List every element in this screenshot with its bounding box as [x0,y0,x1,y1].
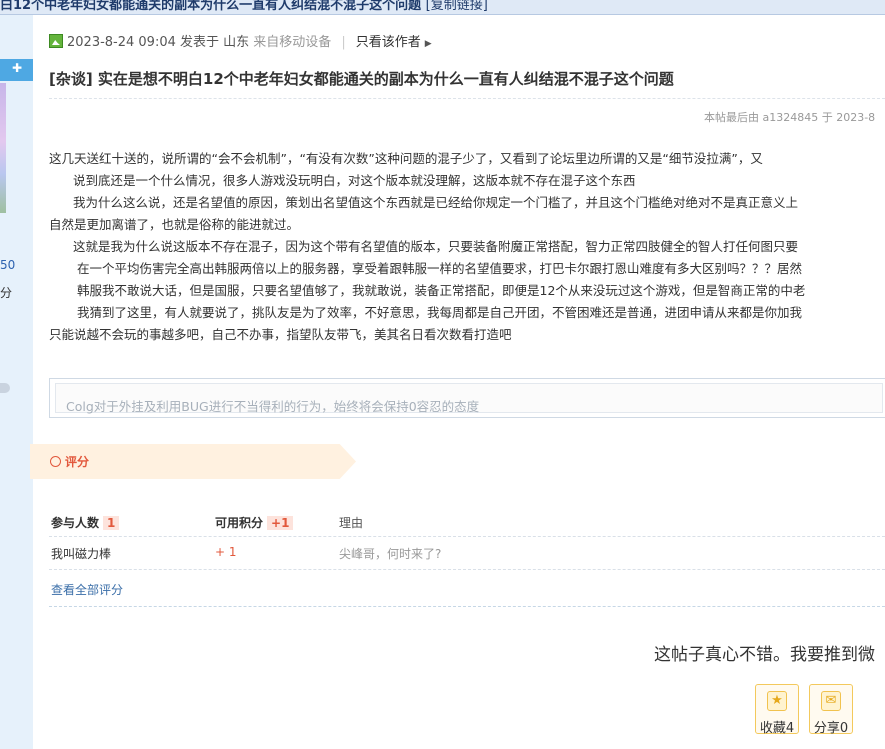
participants-count-badge: 1 [103,516,120,530]
add-friend-icon[interactable] [0,59,33,81]
favorite-label: 收藏4 [759,721,795,736]
rating-tab: 评分 [30,444,356,479]
page-title-bar: 白12个中老年妇女都能通关的副本为什么一直有人纠结混不混子这个问题 [复制链接] [0,0,885,15]
policy-notice: Colg对于外挂及利用BUG进行不当得利的行为，始终将会保持0容忍的态度 [49,378,885,418]
policy-notice-inner: Colg对于外挂及利用BUG进行不当得利的行为，始终将会保持0容忍的态度 [55,383,883,414]
post-date: 2023-8-24 09:04 [67,35,176,50]
meta-divider: | [341,35,346,50]
author-sidebar: 50 分 [0,15,33,749]
post-paragraph: 说到底还是一个什么情况，很多人游戏没玩明白，对这个版本就没理解，这版本就不存在混… [73,173,636,188]
avatar[interactable] [0,83,6,213]
rating-reason: 尖峰哥，何时来了? [339,547,442,561]
post-paragraph: 在一个平均伤害完全高出韩服两倍以上的服务器，享受着跟韩服一样的名望值要求，打巴卡… [77,261,803,276]
recommend-text: 这帖子真心不错。我要推到微 [654,645,875,665]
view-all-ratings-link[interactable]: 查看全部评分 [51,581,123,598]
points-header: 可用积分 [215,516,264,530]
post-paragraph: 这就是我为什么说这版本不存在混子，因为这个带有名望值的版本，只要装备附魔正常搭配… [73,239,799,254]
posted-in: 发表于 山东 [180,35,250,50]
rating-tab-label: 评分 [65,455,90,469]
thread-title-top: 白12个中老年妇女都能通关的副本为什么一直有人纠结混不混子这个问题 [0,0,422,13]
envelope-icon: ✉ [821,691,841,711]
favorite-button[interactable]: ★ 收藏4 [755,684,799,736]
divider [49,98,885,99]
post-paragraph: 我为什么这么说，还是名望值的原因，策划出名望值这个东西就是已经给你规定一个门槛了… [73,195,799,210]
only-author-link[interactable]: 只看该作者 [356,35,421,50]
rating-user-link[interactable]: 我叫磁力棒 [51,545,111,562]
share-label: 分享0 [813,721,849,736]
policy-text: Colg对于外挂及利用BUG进行不当得利的行为，始终将会保持0容忍的态度 [66,399,480,414]
last-edited-note: 本帖最后由 a1324845 于 2023-8 [704,111,876,124]
post-paragraph: 韩服我不敢说大话，但是国服，只要名望值够了，我就敢说，装备正常搭配，即便是12个… [77,283,806,298]
device-label: 来自移动设备 [253,35,332,50]
post-paragraph: 自然是更加离谱了，也就是俗称的能进就过。 [49,217,300,232]
circle-icon [50,456,61,467]
post-paragraph: 我猜到了这里，有人就要说了，挑队友是为了效率，不好意思，我每周都是自己开团，不管… [77,305,803,320]
post-body: 这几天送红十送的，说所谓的“会不会机制”，“有没有次数”这种问题的混子少了，又看… [49,148,885,346]
rating-points: + 1 [215,545,237,559]
rating-table: 参与人数 1 可用积分 +1 理由 我叫磁力棒 + 1 尖峰哥，何时来了? 查看全部… [49,506,885,607]
image-icon [49,34,63,48]
sidebar-toggle[interactable] [0,383,10,393]
post-paragraph: 这几天送红十送的，说所谓的“会不会机制”，“有没有次数”这种问题的混子少了，又看… [49,151,763,166]
sidebar-number: 50 [0,258,16,272]
points-total-badge: +1 [267,516,294,530]
rating-row: 我叫磁力棒 + 1 尖峰哥，何时来了? [49,537,885,570]
post-paragraph: 只能说越不会玩的事越多吧，自己不办事，指望队友带飞，美其名日看次数看打造吧 [49,327,512,342]
rating-header-row: 参与人数 1 可用积分 +1 理由 [49,506,885,537]
star-icon: ★ [767,691,787,711]
post-title: [杂谈] 实在是想不明白12个中老年妇女都能通关的副本为什么一直有人纠结混不混子… [49,70,674,88]
reason-header: 理由 [339,516,364,530]
participants-header: 参与人数 [51,516,100,530]
share-button[interactable]: ✉ 分享0 [809,684,853,736]
triangle-right-icon: ▶ [424,39,432,49]
copy-link[interactable]: [复制链接] [426,0,488,13]
sidebar-points-label: 分 [0,286,13,300]
view-all-row: 查看全部评分 [49,570,885,607]
post-meta: 2023-8-24 09:04 发表于 山东 来自移动设备 | 只看该作者 ▶ [49,33,432,53]
